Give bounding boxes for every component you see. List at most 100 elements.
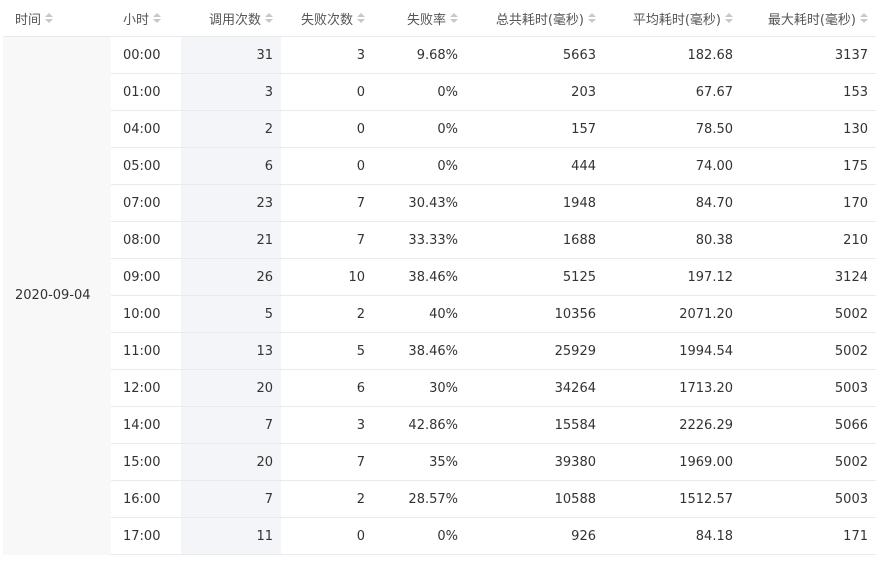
cell-avg-ms: 74.00 bbox=[604, 147, 741, 185]
table-row[interactable]: 14:00 7 3 42.86% 15584 2226.29 5066 bbox=[3, 406, 876, 444]
cell-max-ms: 210 bbox=[741, 221, 876, 259]
column-label: 时间 bbox=[15, 12, 42, 28]
cell-fail-rate: 33.33% bbox=[373, 221, 466, 259]
cell-total-ms: 25929 bbox=[466, 332, 604, 370]
cell-hour: 05:00 bbox=[111, 147, 181, 185]
cell-total-ms: 5125 bbox=[466, 258, 604, 296]
cell-fail-rate: 40% bbox=[373, 295, 466, 333]
column-header-time[interactable]: 时间 bbox=[3, 0, 111, 37]
sort-icon[interactable] bbox=[45, 13, 54, 23]
cell-fail-rate: 28.57% bbox=[373, 480, 466, 518]
cell-avg-ms: 80.38 bbox=[604, 221, 741, 259]
cell-fails: 0 bbox=[281, 73, 373, 111]
cell-avg-ms: 197.12 bbox=[604, 258, 741, 296]
cell-calls: 5 bbox=[181, 295, 281, 333]
cell-max-ms: 5002 bbox=[741, 443, 876, 481]
cell-fails: 7 bbox=[281, 184, 373, 222]
sort-icon[interactable] bbox=[357, 13, 365, 23]
cell-max-ms: 153 bbox=[741, 73, 876, 111]
cell-avg-ms: 2226.29 bbox=[604, 406, 741, 444]
cell-total-ms: 39380 bbox=[466, 443, 604, 481]
sort-icon[interactable] bbox=[265, 13, 273, 23]
cell-calls: 21 bbox=[181, 221, 281, 259]
cell-fail-rate: 30% bbox=[373, 369, 466, 407]
column-header-hour[interactable]: 小时 bbox=[111, 0, 181, 37]
cell-fail-rate: 0% bbox=[373, 110, 466, 148]
cell-calls: 20 bbox=[181, 443, 281, 481]
cell-fails: 3 bbox=[281, 406, 373, 444]
cell-fail-rate: 0% bbox=[373, 73, 466, 111]
table-header-row: 时间 小时 调用次数 失败次数 失败率 总共耗时(毫秒) 平均耗时(毫秒) 最大… bbox=[3, 0, 876, 37]
cell-max-ms: 170 bbox=[741, 184, 876, 222]
cell-total-ms: 926 bbox=[466, 517, 604, 555]
cell-avg-ms: 78.50 bbox=[604, 110, 741, 148]
table-row[interactable]: 04:00 2 0 0% 157 78.50 130 bbox=[3, 110, 876, 148]
cell-max-ms: 5002 bbox=[741, 332, 876, 370]
cell-hour: 14:00 bbox=[111, 406, 181, 444]
cell-hour: 11:00 bbox=[111, 332, 181, 370]
cell-fails: 3 bbox=[281, 36, 373, 74]
column-label: 平均耗时(毫秒) bbox=[632, 12, 721, 28]
table-row[interactable]: 17:00 11 0 0% 926 84.18 171 bbox=[3, 517, 876, 555]
cell-max-ms: 3137 bbox=[741, 36, 876, 74]
cell-avg-ms: 67.67 bbox=[604, 73, 741, 111]
cell-hour: 17:00 bbox=[111, 517, 181, 555]
sort-icon[interactable] bbox=[860, 13, 868, 23]
column-header-max-ms[interactable]: 最大耗时(毫秒) bbox=[741, 0, 876, 37]
table-row[interactable]: 12:00 20 6 30% 34264 1713.20 5003 bbox=[3, 369, 876, 407]
column-header-fail-rate[interactable]: 失败率 bbox=[373, 0, 466, 37]
cell-calls: 7 bbox=[181, 406, 281, 444]
cell-max-ms: 5002 bbox=[741, 295, 876, 333]
cell-hour: 01:00 bbox=[111, 73, 181, 111]
table-row[interactable]: 10:00 5 2 40% 10356 2071.20 5002 bbox=[3, 295, 876, 333]
cell-avg-ms: 1512.57 bbox=[604, 480, 741, 518]
table-row[interactable]: 08:00 21 7 33.33% 1688 80.38 210 bbox=[3, 221, 876, 259]
sort-icon[interactable] bbox=[153, 13, 162, 23]
column-header-calls[interactable]: 调用次数 bbox=[181, 0, 281, 37]
cell-fails: 7 bbox=[281, 221, 373, 259]
column-header-total-ms[interactable]: 总共耗时(毫秒) bbox=[466, 0, 604, 37]
cell-hour: 00:00 bbox=[111, 36, 181, 74]
sort-icon[interactable] bbox=[725, 13, 733, 23]
column-label: 失败次数 bbox=[300, 12, 353, 28]
table-row[interactable]: 11:00 13 5 38.46% 25929 1994.54 5002 bbox=[3, 332, 876, 370]
cell-hour: 12:00 bbox=[111, 369, 181, 407]
cell-fail-rate: 38.46% bbox=[373, 258, 466, 296]
cell-avg-ms: 1994.54 bbox=[604, 332, 741, 370]
table-row[interactable]: 05:00 6 0 0% 444 74.00 175 bbox=[3, 147, 876, 185]
column-header-fails[interactable]: 失败次数 bbox=[281, 0, 373, 37]
cell-fails: 0 bbox=[281, 147, 373, 185]
column-header-avg-ms[interactable]: 平均耗时(毫秒) bbox=[604, 0, 741, 37]
sort-icon[interactable] bbox=[588, 13, 596, 23]
cell-hour: 10:00 bbox=[111, 295, 181, 333]
cell-fails: 6 bbox=[281, 369, 373, 407]
cell-avg-ms: 84.18 bbox=[604, 517, 741, 555]
cell-total-ms: 34264 bbox=[466, 369, 604, 407]
cell-calls: 3 bbox=[181, 73, 281, 111]
table-row[interactable]: 2020-09-04 00:00 31 3 9.68% 5663 182.68 3137 bbox=[3, 36, 876, 555]
stats-table-container: 时间 小时 调用次数 失败次数 失败率 总共耗时(毫秒) 平均耗时(毫秒) 最大… bbox=[3, 0, 876, 555]
table-row[interactable]: 07:00 23 7 30.43% 1948 84.70 170 bbox=[3, 184, 876, 222]
cell-max-ms: 5066 bbox=[741, 406, 876, 444]
cell-total-ms: 15584 bbox=[466, 406, 604, 444]
cell-fail-rate: 0% bbox=[373, 147, 466, 185]
column-label: 总共耗时(毫秒) bbox=[495, 12, 584, 28]
cell-fails: 7 bbox=[281, 443, 373, 481]
column-label: 最大耗时(毫秒) bbox=[767, 12, 856, 28]
table-row[interactable]: 15:00 20 7 35% 39380 1969.00 5002 bbox=[3, 443, 876, 481]
cell-fails: 5 bbox=[281, 332, 373, 370]
cell-max-ms: 175 bbox=[741, 147, 876, 185]
cell-calls: 7 bbox=[181, 480, 281, 518]
table-row[interactable]: 01:00 3 0 0% 203 67.67 153 bbox=[3, 73, 876, 111]
cell-hour: 08:00 bbox=[111, 221, 181, 259]
cell-max-ms: 171 bbox=[741, 517, 876, 555]
cell-total-ms: 203 bbox=[466, 73, 604, 111]
sort-icon[interactable] bbox=[450, 13, 458, 23]
cell-fail-rate: 0% bbox=[373, 517, 466, 555]
cell-calls: 6 bbox=[181, 147, 281, 185]
table-row[interactable]: 16:00 7 2 28.57% 10588 1512.57 5003 bbox=[3, 480, 876, 518]
cell-fail-rate: 35% bbox=[373, 443, 466, 481]
cell-total-ms: 1688 bbox=[466, 221, 604, 259]
cell-hour: 15:00 bbox=[111, 443, 181, 481]
table-row[interactable]: 09:00 26 10 38.46% 5125 197.12 3124 bbox=[3, 258, 876, 296]
